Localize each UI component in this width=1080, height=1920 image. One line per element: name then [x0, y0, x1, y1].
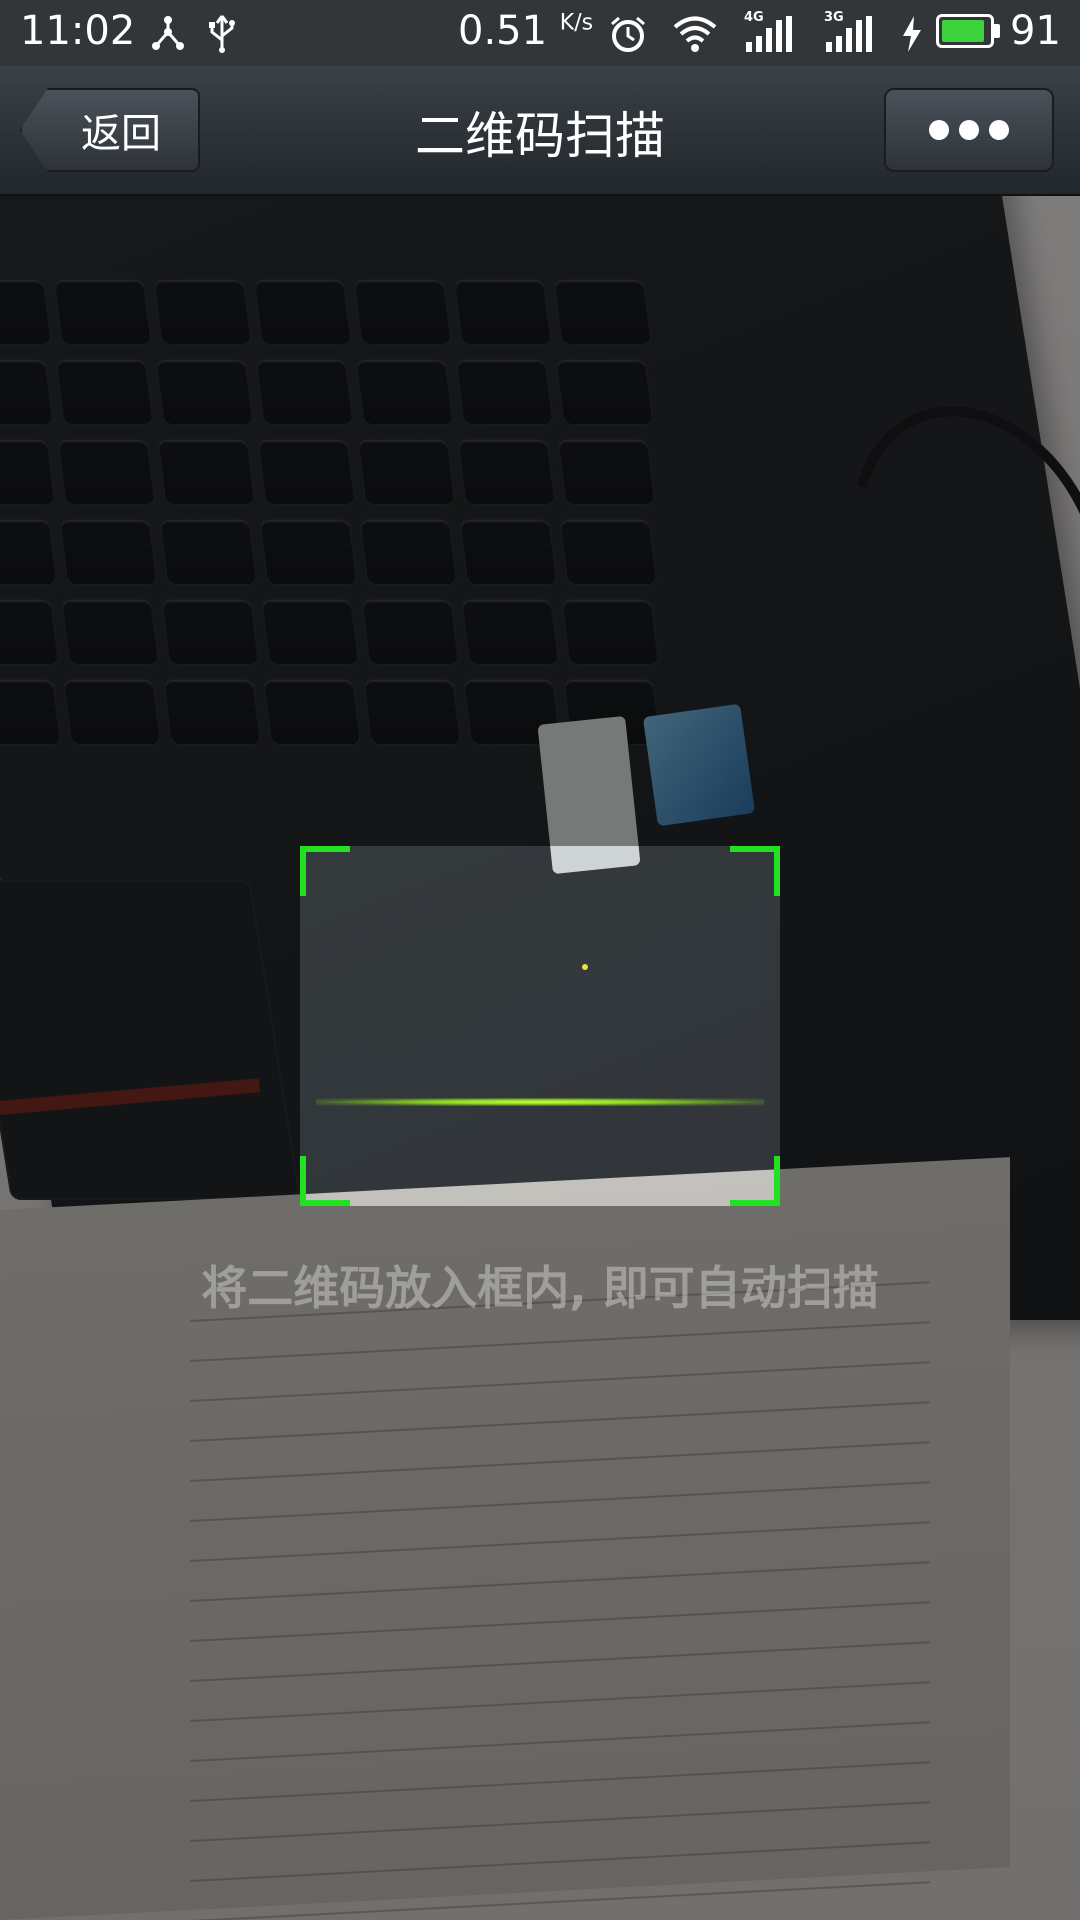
battery-level: 91 — [1010, 8, 1061, 54]
battery-icon — [936, 14, 994, 48]
focus-point — [582, 964, 588, 970]
scan-line — [316, 1098, 764, 1106]
alarm-icon — [611, 16, 645, 52]
scan-corner-bottom-left — [300, 1156, 350, 1206]
battery-tip — [994, 24, 1000, 38]
more-dots-icon — [929, 120, 949, 140]
network-speed-value: 0.51 — [458, 8, 548, 54]
scan-frame — [300, 846, 780, 1206]
signal-4g-icon: 4G — [744, 10, 796, 54]
charging-icon — [903, 16, 921, 52]
network-speed: 0.51 K/s — [458, 8, 593, 54]
scan-corner-bottom-right — [730, 1156, 780, 1206]
status-time: 11:02 — [20, 8, 136, 54]
more-options-button[interactable] — [884, 88, 1054, 172]
share-icon — [152, 16, 184, 50]
scan-corner-top-left — [300, 846, 350, 896]
title-bar: 返回 二维码扫描 — [0, 66, 1080, 194]
scan-mask-left — [0, 846, 300, 1206]
network-speed-unit: K/s — [559, 10, 594, 36]
scan-mask-top — [0, 194, 1080, 846]
battery-fill — [942, 20, 984, 42]
more-dots-icon — [959, 120, 979, 140]
scan-hint-text: 将二维码放入框内, 即可自动扫描 — [201, 1261, 879, 1315]
signal-3g-icon: 3G — [824, 10, 876, 54]
scan-corner-top-right — [730, 846, 780, 896]
wifi-icon — [673, 16, 717, 52]
status-bar: 11:02 0.51 K/s 4G 3G 91 — [0, 0, 1080, 66]
scan-mask-right — [780, 846, 1080, 1206]
qr-scanner-screen: 11:02 0.51 K/s 4G 3G 91 返回 二维码扫描 将二维码放入框… — [0, 0, 1080, 1920]
usb-icon — [209, 15, 235, 53]
more-dots-icon — [989, 120, 1009, 140]
